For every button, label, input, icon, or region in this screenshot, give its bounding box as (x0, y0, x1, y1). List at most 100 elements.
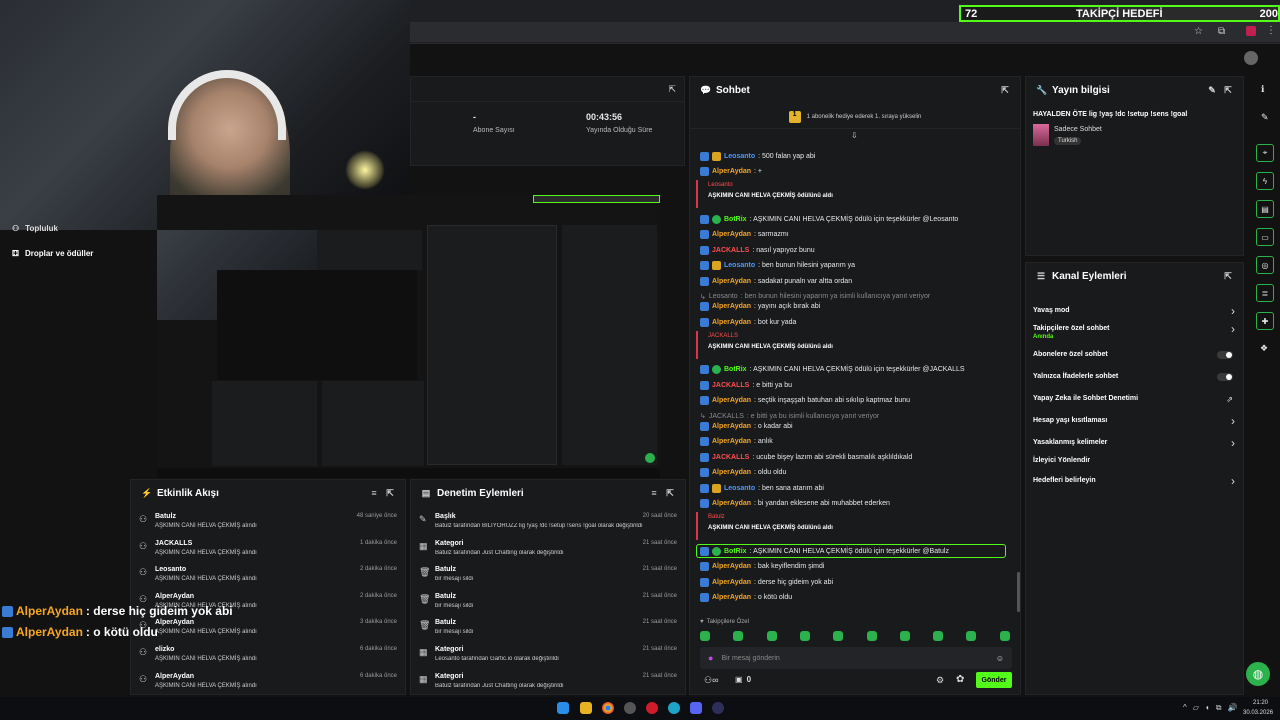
wrench-tool-icon[interactable]: ✚ (1256, 312, 1274, 330)
widgets-icon[interactable]: ❖ (1260, 343, 1268, 354)
toggle-switch[interactable] (1217, 351, 1233, 359)
chat-username[interactable]: Leosanto (724, 262, 755, 269)
chat-username[interactable]: AlperAydan (712, 500, 751, 507)
moderation-item[interactable]: 🗑 Batulz bir mesajı sildi 21 saat önce (419, 616, 677, 642)
kick-chat-button[interactable]: ◍ (1246, 662, 1270, 686)
expand-icon[interactable]: ⇱ (385, 488, 395, 498)
chat-message[interactable]: Leosanto: ben bunun hilesini yaparım ya (700, 259, 1006, 273)
channel-action-item[interactable]: Yapay Zeka ile Sohbet Denetimi ⇗ (1033, 395, 1235, 409)
chat-username[interactable]: AlperAydan (712, 319, 751, 326)
activity-item[interactable]: ⚇ elizko AŞKIMIN CANI HELVA ÇEKMİŞ alındı 6… (139, 643, 397, 669)
chat-username[interactable]: AlperAydan (712, 397, 751, 404)
chat-username[interactable]: AlperAydan (712, 563, 751, 570)
chat-message[interactable]: AlperAydan: bak keyiflendim şimdi (700, 560, 1006, 574)
expand-icon[interactable]: ⇱ (1000, 85, 1010, 95)
chat-message[interactable]: AlperAydan: bi yandan eklesene abi muhab… (700, 497, 1006, 511)
activity-item[interactable]: ⚇ Batulz AŞKIMIN CANI HELVA ÇEKMİŞ alındı 4… (139, 510, 397, 536)
chat-input[interactable]: ● Bir mesaj gönderin ☺ (700, 647, 1012, 669)
moderation-item[interactable]: 🗑 Batulz bir mesajı sildi 21 saat önce (419, 590, 677, 616)
emote-icon[interactable] (899, 631, 910, 641)
activity-item[interactable]: ⚇ Leosanto AŞKIMIN CANI HELVA ÇEKMİŞ alınd… (139, 563, 397, 589)
menu-dots-icon[interactable]: ⋮ (1266, 25, 1276, 36)
tray-icons[interactable]: ^▱◖⧉🔊 (1183, 703, 1243, 713)
emote-icon[interactable] (966, 631, 977, 641)
chat-message[interactable]: BotRix: AŞKIMIN CANI HELVA ÇEKMİŞ ödülü … (700, 363, 1006, 377)
start-icon[interactable] (557, 702, 569, 714)
chat-message[interactable]: AlperAydan: sadakat punaln var altta ord… (700, 274, 1006, 288)
user-avatar[interactable] (1244, 51, 1258, 65)
emote-icon[interactable] (766, 631, 777, 641)
chat-message[interactable]: AlperAydan: sarmazmı (700, 228, 1006, 242)
settings-app-icon[interactable] (624, 702, 636, 714)
chat-message[interactable]: AlperAydan: yayını açık bırak abi (700, 300, 1006, 314)
chat-username[interactable]: AlperAydan (712, 438, 751, 445)
chat-username[interactable]: AlperAydan (712, 469, 751, 476)
channel-action-item[interactable]: Hesap yaşı kısıtlaması › (1033, 414, 1235, 431)
chat-username[interactable]: AlperAydan (712, 231, 751, 238)
chat-username[interactable]: AlperAydan (712, 423, 751, 430)
chat-username[interactable]: AlperAydan (712, 278, 751, 285)
send-button[interactable]: Gönder (976, 672, 1012, 688)
channel-action-item[interactable]: Hedefleri belirleyin › (1033, 474, 1235, 491)
moderation-item[interactable]: ▦ Kategori Leosanto tarafından Gartic.io o… (419, 643, 677, 669)
preview-chat-button[interactable] (645, 453, 655, 463)
file-explorer-icon[interactable] (580, 702, 592, 714)
chat-username[interactable]: JACKALLS (712, 454, 749, 461)
chat-username[interactable]: AlperAydan (712, 303, 751, 310)
chat-message[interactable]: AlperAydan: seçtik inşaşşah batuhan abi … (700, 394, 1006, 408)
discord-icon[interactable] (690, 702, 702, 714)
toggle-switch[interactable] (1217, 373, 1233, 381)
moderation-item[interactable]: ▦ Kategori Batulz tarafından Just Chatting… (419, 670, 677, 696)
chat-message[interactable]: BotRix: AŞKIMIN CANI HELVA ÇEKMİŞ ödülü … (696, 544, 1006, 558)
emote-icon[interactable] (999, 631, 1010, 641)
broadcast-tool-icon[interactable]: ◎ (1256, 256, 1274, 274)
moderation-item[interactable]: 🗑 Batulz bir mesajı sildi 21 saat önce (419, 563, 677, 589)
gift-counter[interactable]: ▣ 0 (735, 675, 751, 684)
chat-username[interactable]: JACKALLS (712, 382, 749, 389)
lightning-tool-icon[interactable]: ϟ (1256, 172, 1274, 190)
moderation-item[interactable]: ✎ Başlık Batulz tarafından BİLİYORUZZ lig … (419, 510, 677, 536)
chat-username[interactable]: AlperAydan (712, 168, 751, 175)
chat-username[interactable]: BotRix (724, 216, 747, 223)
chat-username[interactable]: AlperAydan (712, 579, 751, 586)
pencil-icon[interactable]: ✎ (1261, 112, 1269, 123)
gift-banner[interactable]: 1 1 abonelik hediye ederek 1. sıraya yük… (690, 105, 1020, 129)
filter-icon[interactable]: ≡ (369, 488, 379, 498)
obs-icon[interactable] (712, 702, 724, 714)
sidebar-item-community[interactable]: ⚇ Topluluk (12, 224, 58, 233)
chat-username[interactable]: BotRix (724, 548, 747, 555)
chat-message[interactable]: JACKALLS: ucube bişey lazım abi sürekli … (700, 450, 1006, 464)
emote-icon[interactable] (933, 631, 944, 641)
chat-message[interactable]: Leosanto: 500 falan yap abi (700, 149, 1006, 163)
emote-icon[interactable] (833, 631, 844, 641)
sidebar-item-drops[interactable]: ⚃ Droplar ve ödüller (12, 249, 93, 258)
channel-action-item[interactable]: Yasaklanmış kelimeler › (1033, 436, 1235, 453)
channel-action-item[interactable]: Abonelere özel sohbet (1033, 351, 1235, 365)
expand-icon[interactable]: ⇱ (1223, 271, 1233, 281)
chat-message[interactable]: Leosanto: ben sana atarım abi (700, 481, 1006, 495)
expand-icon[interactable]: ⇱ (668, 84, 676, 95)
chrome-icon[interactable] (602, 702, 614, 714)
channel-action-item[interactable]: Yavaş mod › (1033, 304, 1235, 321)
chat-username[interactable]: AlperAydan (712, 594, 751, 601)
opera-icon[interactable] (646, 702, 658, 714)
emote-icon[interactable] (733, 631, 744, 641)
edge-icon[interactable] (668, 702, 680, 714)
activity-item[interactable]: ⚇ AlperAydan AŞKIMIN CANI HELVA ÇEKMİŞ alı… (139, 670, 397, 696)
moderation-item[interactable]: ▦ Kategori Batulz tarafından Just Chatting… (419, 537, 677, 563)
chat-message[interactable]: JACKALLS: e bitti ya bu (700, 378, 1006, 392)
profile-avatar[interactable] (1246, 26, 1256, 36)
expand-icon[interactable]: ⇱ (1223, 85, 1233, 95)
emote-icon[interactable] (866, 631, 877, 641)
points-icon[interactable]: ⚇∞ (704, 675, 718, 686)
emoji-icon[interactable]: ☺ (996, 654, 1004, 663)
bookmark-star-icon[interactable]: ☆ (1194, 26, 1203, 37)
chat-message[interactable]: AlperAydan: anlık (700, 435, 1006, 449)
chat-message[interactable]: BotRix: AŞKIMIN CANI HELVA ÇEKMİŞ ödülü … (700, 212, 1006, 226)
emote-icon[interactable] (799, 631, 810, 641)
channel-action-item[interactable]: İzleyici Yönlendir (1033, 457, 1235, 471)
chat-username[interactable]: JACKALLS (712, 247, 749, 254)
filter-icon[interactable]: ≡ (649, 488, 659, 498)
chat-message[interactable]: AlperAydan: + (700, 165, 1006, 179)
chat-username[interactable]: Leosanto (724, 485, 755, 492)
